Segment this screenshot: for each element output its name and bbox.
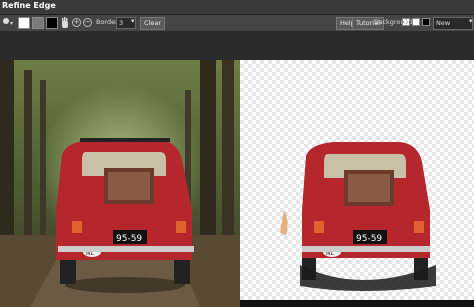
- status-strip: [240, 300, 474, 307]
- brush-tool-icon[interactable]: [2, 17, 14, 29]
- original-image-canvas[interactable]: 95-59 NL: [0, 60, 240, 307]
- zoom-in-icon[interactable]: +: [72, 18, 81, 27]
- white-bg-swatch[interactable]: [412, 18, 420, 26]
- border-spin-icon[interactable]: ▾: [131, 17, 135, 25]
- black-bg-swatch[interactable]: [422, 18, 430, 26]
- left-plate-text: 95-59: [116, 234, 142, 244]
- toolbar: + − Border 3 ▾ Clear Help Tutorial Backg…: [0, 15, 474, 38]
- title-bar: Refine Edge: [0, 0, 474, 15]
- right-plate-text: 95-59: [356, 234, 382, 244]
- clear-button[interactable]: Clear: [140, 17, 165, 30]
- transparent-bg-swatch[interactable]: [402, 18, 410, 26]
- chevron-down-icon[interactable]: ▾: [469, 17, 473, 25]
- hand-tool-icon[interactable]: [60, 17, 70, 29]
- window-title: Refine Edge: [2, 1, 56, 10]
- black-swatch[interactable]: [46, 17, 58, 29]
- white-swatch[interactable]: [18, 17, 30, 29]
- workspace-background: [0, 31, 474, 60]
- border-label: Border: [96, 18, 118, 26]
- layer-select[interactable]: New Layer: [433, 17, 473, 38]
- refine-edge-window: Refine Edge + − Border 3 ▾ Clear Help Tu…: [0, 0, 474, 307]
- gray-swatch[interactable]: [32, 17, 44, 29]
- cutout-photo: 95-59 NL: [280, 142, 436, 291]
- zoom-out-icon[interactable]: −: [83, 18, 92, 27]
- original-photo: 95-59 NL: [0, 60, 240, 307]
- result-image-canvas[interactable]: 95-59 NL: [240, 60, 474, 307]
